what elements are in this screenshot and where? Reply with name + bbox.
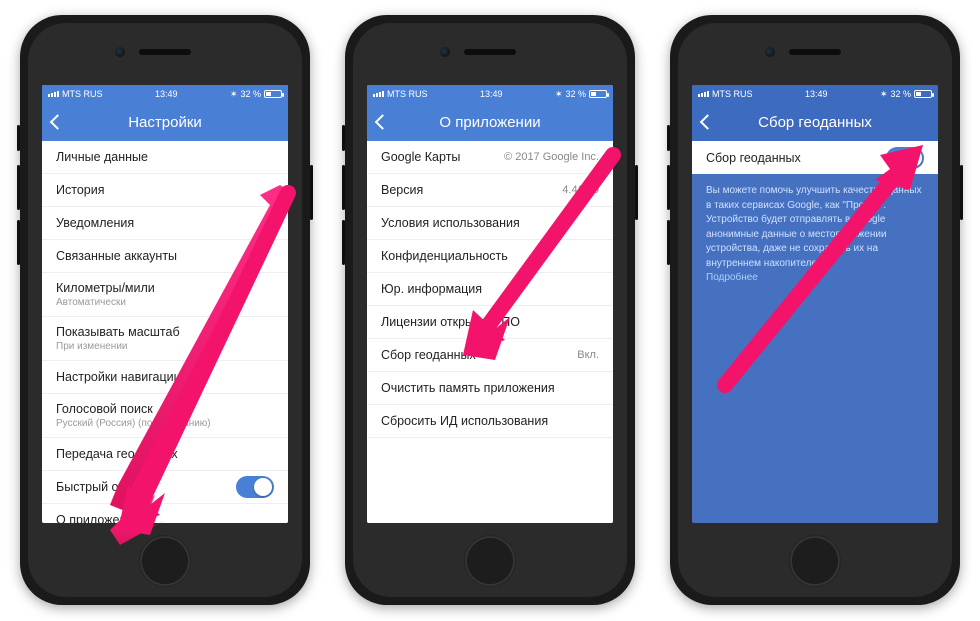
battery-icon [914, 90, 932, 98]
row-personal-data[interactable]: Личные данные [42, 141, 288, 174]
home-button[interactable] [789, 535, 841, 587]
row-about-app[interactable]: О приложении [42, 504, 288, 523]
row-history[interactable]: История [42, 174, 288, 207]
row-notifications[interactable]: Уведомления [42, 207, 288, 240]
page-title: Сбор геоданных [758, 114, 872, 131]
bluetooth-icon: ✶ [230, 89, 238, 100]
row-voice-search[interactable]: Голосовой поискРусский (Россия) (по умол… [42, 394, 288, 438]
row-oss-licenses[interactable]: Лицензии открытого ПО [367, 306, 613, 339]
page-title: О приложении [439, 114, 540, 131]
carrier-label: MTS RUS [712, 89, 753, 99]
row-version: Версия4.41.10 [367, 174, 613, 207]
signal-icon [698, 91, 709, 97]
home-button[interactable] [139, 535, 191, 587]
row-terms[interactable]: Условия использования [367, 207, 613, 240]
status-bar: MTS RUS 13:49 ✶32 % [692, 85, 938, 103]
battery-icon [589, 90, 607, 98]
nav-bar: Сбор геоданных [692, 103, 938, 141]
carrier-label: MTS RUS [387, 89, 428, 99]
phone-frame-3: MTS RUS 13:49 ✶32 % Сбор геоданных Сбор … [670, 15, 960, 605]
geo-state: Вкл. [577, 349, 599, 361]
geo-description: Вы можете помочь улучшить качество данны… [692, 174, 938, 296]
row-location-sharing[interactable]: Передача геоданных [42, 438, 288, 471]
row-app-name: Google Карты© 2017 Google Inc. [367, 141, 613, 174]
learn-more-link[interactable]: Подробнее [706, 272, 758, 283]
bluetooth-icon: ✶ [555, 89, 563, 100]
row-geo-collection[interactable]: Сбор геоданныхВкл. [367, 339, 613, 372]
signal-icon [48, 91, 59, 97]
front-camera [765, 47, 775, 57]
speaker-grille [139, 49, 191, 55]
battery-pct: 32 % [240, 89, 261, 99]
front-camera [440, 47, 450, 57]
row-clear-cache[interactable]: Очистить память приложения [367, 372, 613, 405]
status-bar: MTS RUS 13:49 ✶32 % [42, 85, 288, 103]
clock-label: 13:49 [805, 89, 828, 99]
signal-icon [373, 91, 384, 97]
screen-about: MTS RUS 13:49 ✶32 % О приложении Google … [367, 85, 613, 523]
battery-icon [264, 90, 282, 98]
version-value: 4.41.10 [562, 184, 599, 196]
row-geo-toggle[interactable]: Сбор геоданных [692, 141, 938, 174]
carrier-label: MTS RUS [62, 89, 103, 99]
phone-frame-2: MTS RUS 13:49 ✶32 % О приложении Google … [345, 15, 635, 605]
screen-geo: MTS RUS 13:49 ✶32 % Сбор геоданных Сбор … [692, 85, 938, 523]
phone-frame-1: MTS RUS 13:49 ✶32 % Настройки Личные дан… [20, 15, 310, 605]
row-privacy[interactable]: Конфиденциальность [367, 240, 613, 273]
battery-pct: 32 % [565, 89, 586, 99]
back-icon[interactable] [50, 114, 66, 130]
front-camera [115, 47, 125, 57]
back-icon[interactable] [700, 114, 716, 130]
screen-settings: MTS RUS 13:49 ✶32 % Настройки Личные дан… [42, 85, 288, 523]
row-units[interactable]: Километры/милиАвтоматически [42, 273, 288, 317]
nav-bar: О приложении [367, 103, 613, 141]
speaker-grille [789, 49, 841, 55]
toggle-geo[interactable] [886, 147, 924, 169]
row-nav-settings[interactable]: Настройки навигации [42, 361, 288, 394]
status-bar: MTS RUS 13:49 ✶32 % [367, 85, 613, 103]
bluetooth-icon: ✶ [880, 89, 888, 100]
clock-label: 13:49 [155, 89, 178, 99]
copyright-label: © 2017 Google Inc. [504, 151, 599, 163]
speaker-grille [464, 49, 516, 55]
row-legal[interactable]: Юр. информация [367, 273, 613, 306]
row-reset-id[interactable]: Сбросить ИД использования [367, 405, 613, 438]
toggle-feedback[interactable] [236, 476, 274, 498]
clock-label: 13:49 [480, 89, 503, 99]
page-title: Настройки [128, 114, 202, 131]
row-shake-feedback[interactable]: Быстрый отзыв [42, 471, 288, 504]
settings-list[interactable]: Личные данные История Уведомления Связан… [42, 141, 288, 523]
about-list[interactable]: Google Карты© 2017 Google Inc. Версия4.4… [367, 141, 613, 523]
back-icon[interactable] [375, 114, 391, 130]
battery-pct: 32 % [890, 89, 911, 99]
row-scale[interactable]: Показывать масштабПри изменении [42, 317, 288, 361]
row-linked-accounts[interactable]: Связанные аккаунты [42, 240, 288, 273]
home-button[interactable] [464, 535, 516, 587]
nav-bar: Настройки [42, 103, 288, 141]
